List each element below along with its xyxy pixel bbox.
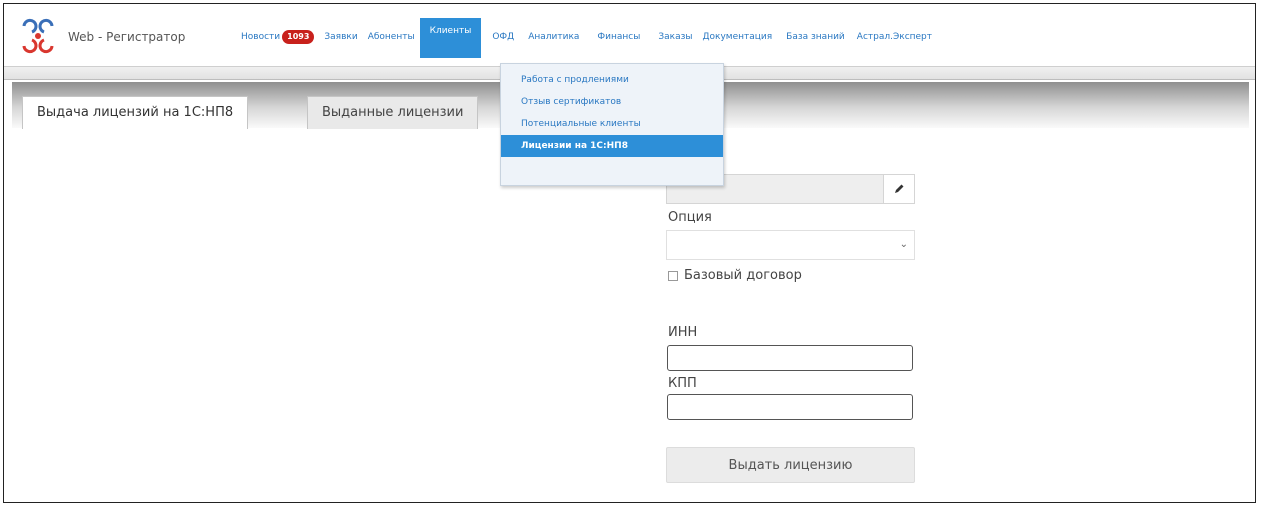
nav-item-knowledge-base[interactable]: База знаний (781, 24, 850, 50)
option-label: Опция (668, 210, 712, 225)
nav-item-requests[interactable]: Заявки (319, 24, 362, 50)
chevron-down-icon: ⌄ (899, 239, 908, 250)
menu-item-certificate-revocation[interactable]: Отзыв сертификатов (501, 91, 723, 113)
issue-license-button[interactable]: Выдать лицензию (666, 447, 915, 483)
nav-item-ofd[interactable]: ОФД (487, 24, 519, 50)
menu-item-potential-clients[interactable]: Потенциальные клиенты (501, 113, 723, 135)
nav-item-orders[interactable]: Заказы (653, 24, 697, 50)
base-contract-label[interactable]: Базовый договор (684, 268, 802, 283)
nav-item-documentation[interactable]: Документация (697, 24, 777, 50)
nav-item-subscribers[interactable]: Абоненты (363, 24, 420, 50)
news-count-badge: 1093 (282, 30, 315, 44)
base-contract-checkbox[interactable] (668, 270, 678, 281)
kpp-label: КПП (668, 376, 697, 391)
nav-item-analytics[interactable]: Аналитика (523, 24, 584, 50)
menu-item-renewals[interactable]: Работа с продлениями (501, 69, 723, 91)
kpp-input[interactable] (667, 394, 913, 420)
pencil-icon (895, 184, 904, 193)
option-select[interactable]: ⌄ (666, 230, 915, 260)
top-navigation: Web - Регистратор Новости 1093 Заявки Або… (4, 4, 1255, 66)
app-window: Web - Регистратор Новости 1093 Заявки Або… (3, 3, 1256, 503)
nav-item-news[interactable]: Новости 1093 (236, 24, 319, 50)
menu-item-licenses-1c[interactable]: Лицензии на 1С:НП8 (501, 135, 723, 157)
main-nav: Новости 1093 Заявки Абоненты Клиенты ОФД … (236, 18, 937, 58)
nav-item-finance[interactable]: Финансы (592, 24, 645, 50)
nav-item-clients[interactable]: Клиенты (419, 18, 482, 58)
tab-issue-licenses[interactable]: Выдача лицензий на 1С:НП8 (22, 96, 249, 129)
inn-label: ИНН (668, 325, 698, 340)
swirl-logo-icon[interactable] (14, 12, 62, 60)
brand-title[interactable]: Web - Регистратор (68, 30, 185, 44)
base-contract-row: Базовый договор (668, 268, 802, 283)
nav-item-astral-expert[interactable]: Астрал.Эксперт (852, 24, 937, 50)
tab-issued-licenses[interactable]: Выданные лицензии (307, 96, 479, 129)
nav-item-label: Новости (241, 32, 281, 42)
edit-button[interactable] (883, 175, 914, 203)
clients-dropdown-menu: Работа с продлениями Отзыв сертификатов … (500, 63, 724, 186)
inn-input[interactable] (667, 345, 913, 371)
